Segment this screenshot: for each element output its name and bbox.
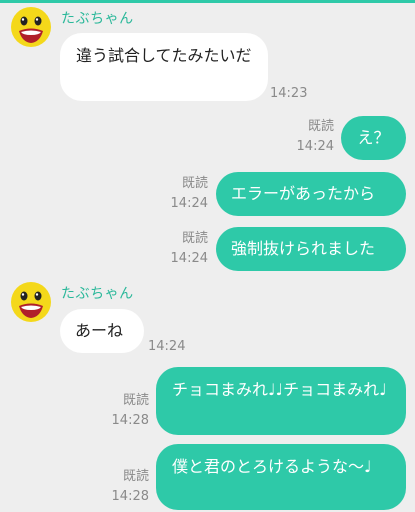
message-meta: 既読 14:28 xyxy=(107,391,149,431)
message-bubble-outgoing[interactable]: 僕と君のとろけるような〜♩ xyxy=(156,444,406,510)
message-time: 14:24 xyxy=(170,196,208,211)
read-receipt: 既読 xyxy=(307,119,334,134)
read-receipt: 既読 xyxy=(122,469,149,484)
message-meta: 既読 14:24 xyxy=(166,229,208,269)
message-time: 14:28 xyxy=(111,413,149,428)
message-time: 14:24 xyxy=(170,251,208,266)
sender-avatar-icon[interactable] xyxy=(10,6,52,48)
message-time: 14:23 xyxy=(270,86,308,101)
message-meta: 既読 14:24 xyxy=(292,117,334,157)
header-accent-bar xyxy=(0,0,415,3)
sender-name: たぶちゃん xyxy=(61,11,134,27)
message-time: 14:28 xyxy=(111,489,149,504)
message-bubble-outgoing[interactable]: エラーがあったから xyxy=(216,172,406,216)
read-receipt: 既読 xyxy=(181,176,208,191)
message-time: 14:24 xyxy=(296,139,334,154)
message-meta: 既読 14:24 xyxy=(166,174,208,214)
message-bubble-outgoing[interactable]: チョコまみれ♩♩チョコまみれ♩ xyxy=(156,367,406,435)
message-bubble-incoming[interactable]: あーね xyxy=(60,309,144,353)
message-bubble-outgoing[interactable]: 強制抜けられました xyxy=(216,227,406,271)
message-meta: 既読 14:28 xyxy=(107,467,149,507)
sender-avatar-icon[interactable] xyxy=(10,281,52,323)
sender-name: たぶちゃん xyxy=(61,286,134,302)
message-bubble-outgoing[interactable]: え？ xyxy=(341,116,406,160)
message-bubble-incoming[interactable]: 違う試合してたみたいだ xyxy=(60,33,268,101)
read-receipt: 既読 xyxy=(181,231,208,246)
read-receipt: 既読 xyxy=(122,393,149,408)
message-time: 14:24 xyxy=(148,339,186,354)
